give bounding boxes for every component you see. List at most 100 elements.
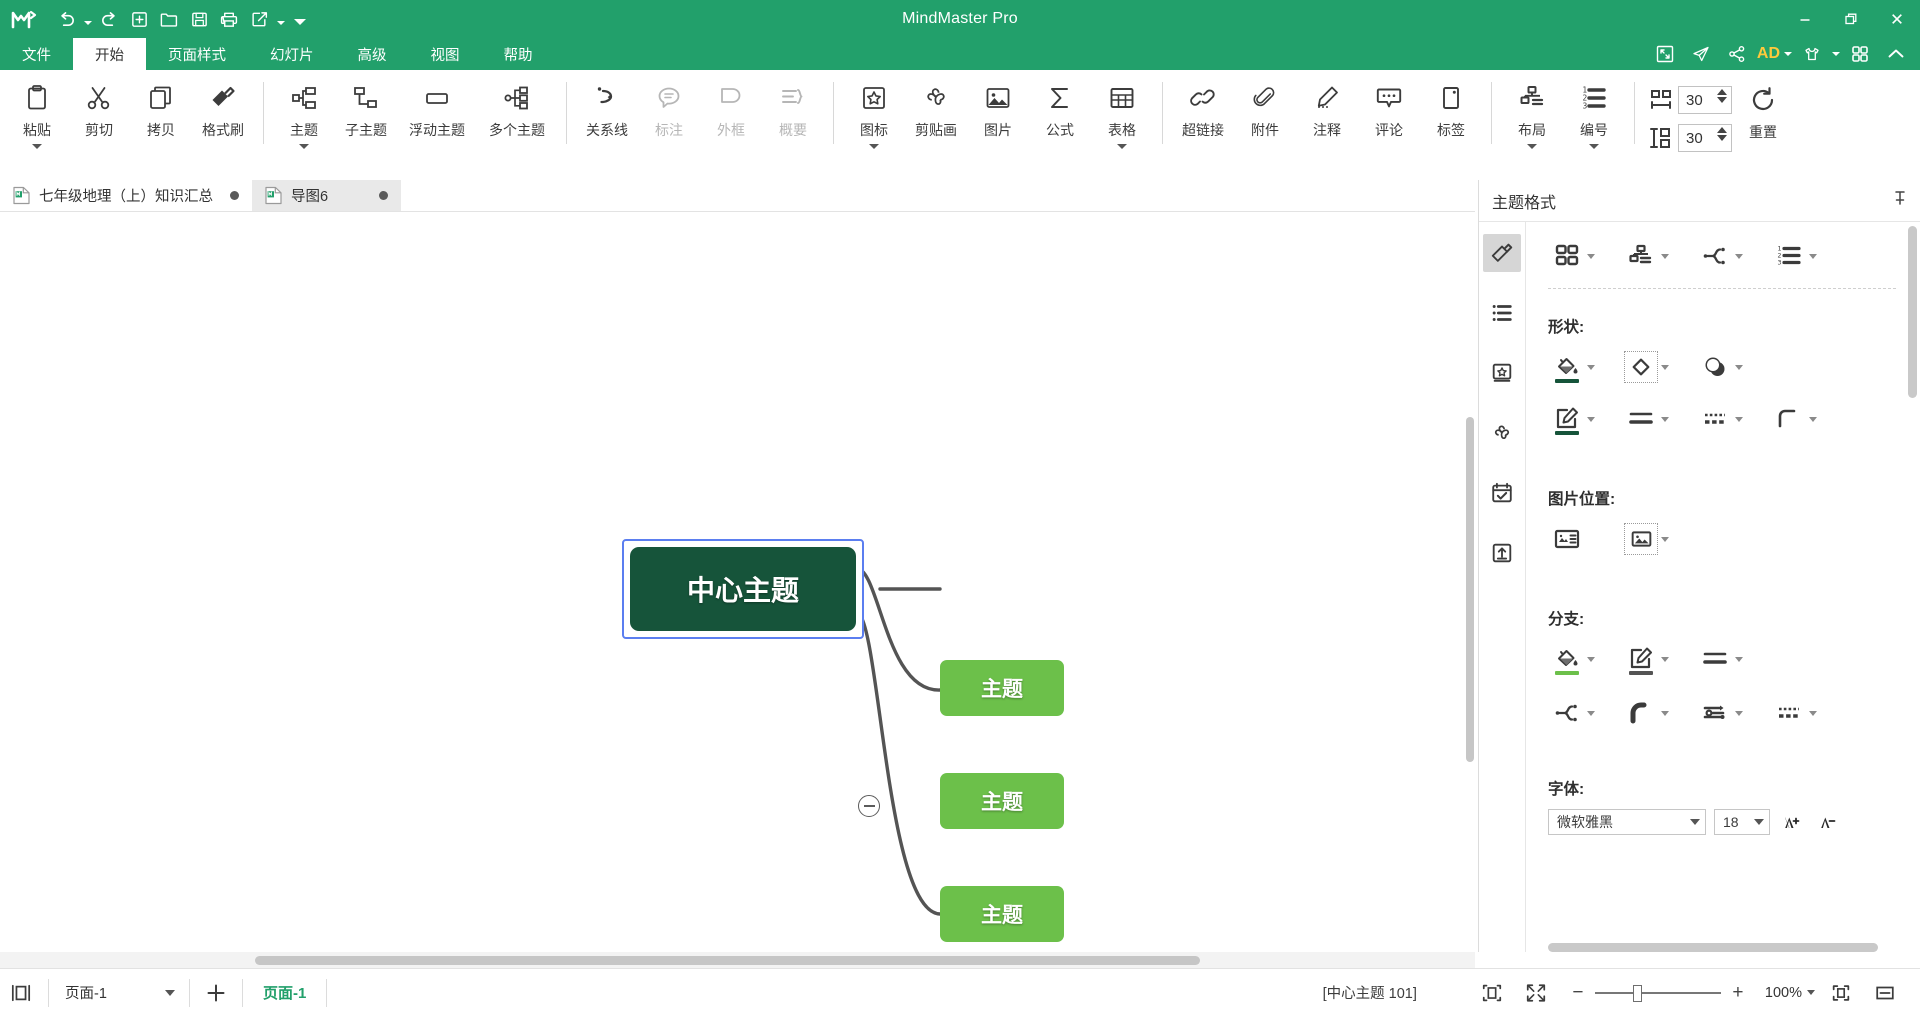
- actual-size-icon[interactable]: [1820, 970, 1862, 1016]
- canvas-vertical-scrollbar[interactable]: [1464, 212, 1475, 952]
- branch-dash-caret[interactable]: [1806, 710, 1820, 716]
- branch-arrow-button[interactable]: [1696, 693, 1748, 733]
- theme-gallery-button[interactable]: [1548, 236, 1600, 276]
- menu-item-file[interactable]: 文件: [0, 38, 73, 70]
- branch-style-caret[interactable]: [1732, 253, 1746, 259]
- menu-item-help[interactable]: 帮助: [482, 38, 555, 70]
- fullscreen-icon[interactable]: [1650, 38, 1680, 70]
- numbering-button[interactable]: 123 编号: [1563, 70, 1625, 156]
- horizontal-spacing-input[interactable]: 30: [1678, 86, 1732, 114]
- zoom-out-button[interactable]: −: [1567, 979, 1589, 1007]
- page-select[interactable]: 页面-1: [55, 978, 183, 1008]
- topic-node-1[interactable]: 主题: [940, 660, 1064, 716]
- clipart-button[interactable]: 剪贴画: [905, 70, 967, 156]
- current-page-tab[interactable]: 页面-1: [249, 982, 320, 1003]
- topic-node-3[interactable]: 主题: [940, 886, 1064, 942]
- line-dash-button[interactable]: [1696, 399, 1748, 439]
- marker-tab[interactable]: [1483, 354, 1521, 392]
- branch-style-button[interactable]: [1696, 236, 1748, 276]
- redo-button[interactable]: [94, 4, 124, 34]
- grid-apps-icon[interactable]: [1845, 38, 1875, 70]
- page-view-icon[interactable]: [0, 970, 42, 1016]
- document-tab-2[interactable]: 导图6: [252, 180, 402, 211]
- branch-structure-caret[interactable]: [1584, 710, 1598, 716]
- image-position-button[interactable]: [1548, 519, 1586, 559]
- panel-horizontal-scrollbar[interactable]: [1548, 942, 1878, 952]
- task-tab[interactable]: [1483, 474, 1521, 512]
- menu-item-home[interactable]: 开始: [73, 38, 146, 70]
- table-button[interactable]: 表格: [1091, 70, 1153, 156]
- open-folder-button[interactable]: [154, 4, 184, 34]
- canvas-hscroll-thumb[interactable]: [255, 956, 1200, 965]
- numbering-panel-caret[interactable]: [1806, 253, 1820, 259]
- undo-dropdown-caret[interactable]: [81, 4, 94, 34]
- copy-button[interactable]: 拷贝: [130, 70, 192, 156]
- zoom-in-button[interactable]: +: [1727, 979, 1749, 1007]
- branch-outline-caret[interactable]: [1658, 656, 1672, 662]
- format-painter-button[interactable]: 格式刷: [192, 70, 254, 156]
- shape-fill-caret[interactable]: [1584, 364, 1598, 370]
- pin-icon[interactable]: [1892, 190, 1908, 211]
- menu-item-view[interactable]: 视图: [409, 38, 482, 70]
- topic-caret[interactable]: [299, 141, 309, 151]
- export-dropdown-caret[interactable]: [274, 4, 287, 34]
- collapse-minus-icon[interactable]: [858, 795, 880, 817]
- branch-curve-button[interactable]: [1622, 693, 1674, 733]
- menu-item-advanced[interactable]: 高级: [336, 38, 409, 70]
- mindmap-canvas[interactable]: 中心主题 主题 主题 主题: [0, 212, 1475, 952]
- branch-fill-caret[interactable]: [1584, 656, 1598, 662]
- subtopic-button[interactable]: 子主题: [335, 70, 397, 156]
- numbering-caret[interactable]: [1589, 141, 1599, 151]
- fit-page-icon[interactable]: [1471, 970, 1513, 1016]
- shape-fill-button[interactable]: [1548, 347, 1600, 387]
- save-button[interactable]: [184, 4, 214, 34]
- panel-vertical-scrollbar[interactable]: [1908, 226, 1917, 944]
- collapse-ribbon-icon[interactable]: [1881, 38, 1911, 70]
- branch-outline-button[interactable]: [1622, 639, 1674, 679]
- marker-caret[interactable]: [869, 141, 879, 151]
- shape-outline-caret[interactable]: [1584, 416, 1598, 422]
- document-tab-1-modified-dot-icon[interactable]: [230, 191, 239, 200]
- shape-effect-caret[interactable]: [1732, 364, 1746, 370]
- menu-item-slideshow[interactable]: 幻灯片: [248, 38, 336, 70]
- document-tab-1[interactable]: 七年级地理（上）知识汇总: [0, 180, 252, 211]
- add-page-button[interactable]: [196, 976, 236, 1010]
- layout-structure-button[interactable]: [1622, 236, 1674, 276]
- line-weight-button[interactable]: [1622, 399, 1674, 439]
- relationship-line-button[interactable]: 关系线: [576, 70, 638, 156]
- branch-weight-caret[interactable]: [1732, 656, 1746, 662]
- panel-hscroll-thumb[interactable]: [1548, 943, 1878, 952]
- floating-topic-button[interactable]: 浮动主题: [397, 70, 477, 156]
- branch-weight-button[interactable]: [1696, 639, 1748, 679]
- numbering-panel-button[interactable]: 123: [1770, 236, 1822, 276]
- font-family-select[interactable]: 微软雅黑: [1548, 809, 1706, 835]
- restore-icon[interactable]: [1828, 0, 1874, 38]
- horizontal-spin-arrows[interactable]: [1717, 89, 1727, 103]
- zoom-dropdown-caret[interactable]: [1804, 990, 1818, 995]
- horizontal-spin-up[interactable]: [1717, 89, 1727, 95]
- zoom-slider-knob[interactable]: [1632, 984, 1642, 1002]
- share-icon[interactable]: [1722, 38, 1752, 70]
- shape-style-caret[interactable]: [1658, 364, 1672, 370]
- image-align-caret[interactable]: [1658, 536, 1672, 542]
- clipart-tab[interactable]: [1483, 414, 1521, 452]
- comment-button[interactable]: 评论: [1358, 70, 1420, 156]
- topic-button[interactable]: 主题: [273, 70, 335, 156]
- hyperlink-button[interactable]: 超链接: [1172, 70, 1234, 156]
- paste-caret[interactable]: [32, 141, 42, 151]
- export-tab[interactable]: [1483, 534, 1521, 572]
- shape-style-button[interactable]: [1622, 347, 1674, 387]
- topic-node-2[interactable]: 主题: [940, 773, 1064, 829]
- shape-effect-button[interactable]: [1696, 347, 1748, 387]
- fit-screen-icon[interactable]: [1515, 970, 1557, 1016]
- line-dash-caret[interactable]: [1732, 416, 1746, 422]
- style-paint-tab[interactable]: [1483, 234, 1521, 272]
- new-file-button[interactable]: [124, 4, 154, 34]
- minimize-icon[interactable]: [1782, 0, 1828, 38]
- font-size-select[interactable]: 18: [1714, 809, 1770, 835]
- layout-caret[interactable]: [1527, 141, 1537, 151]
- branch-fill-button[interactable]: [1548, 639, 1600, 679]
- shape-outline-button[interactable]: [1548, 399, 1600, 439]
- menu-item-page-style[interactable]: 页面样式: [146, 38, 248, 70]
- corner-radius-caret[interactable]: [1806, 416, 1820, 422]
